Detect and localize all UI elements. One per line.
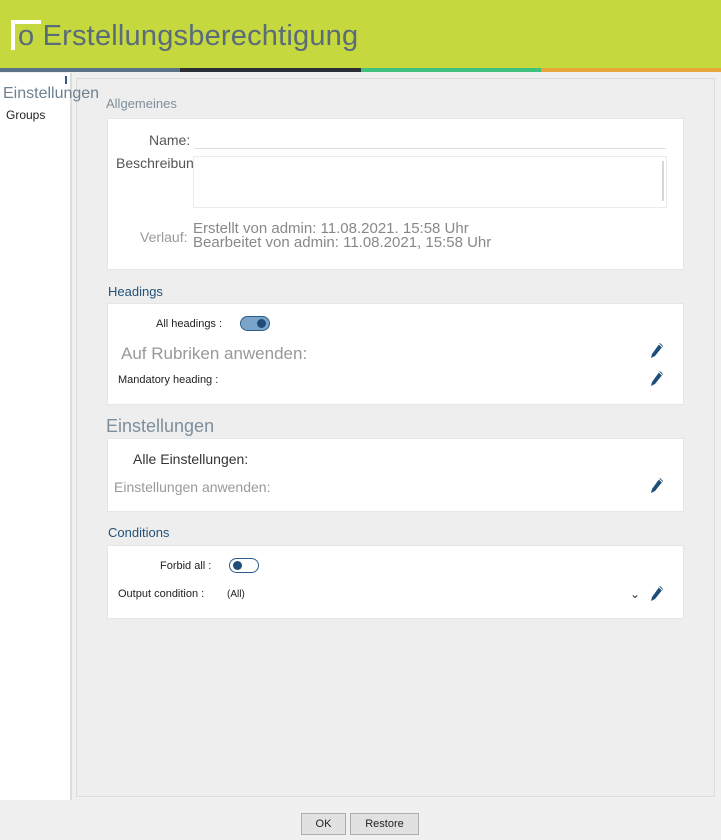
settings-card	[107, 438, 684, 512]
history-label: Verlauf:	[140, 229, 188, 245]
apply-headings-label: Auf Rubriken anwenden:	[121, 344, 308, 363]
name-input[interactable]	[194, 148, 666, 149]
apply-settings-label: Einstellungen anwenden:	[114, 479, 271, 495]
pencil-icon[interactable]	[650, 342, 664, 360]
output-condition-label: Output condition :	[118, 588, 205, 600]
pencil-icon[interactable]	[650, 370, 664, 388]
restore-button[interactable]: Restore	[350, 813, 419, 835]
mandatory-heading-label: Mandatory heading :	[118, 374, 219, 386]
title-bar: o Erstellungsberechtigung	[0, 0, 721, 68]
textarea-scrollbar[interactable]	[662, 161, 664, 201]
active-tab-marker	[65, 76, 67, 84]
chevron-down-icon[interactable]: ⌄	[630, 587, 640, 601]
sidebar-tab-settings[interactable]: Einstellungen	[3, 85, 99, 103]
output-condition-select[interactable]: (All)	[227, 589, 245, 600]
all-settings-label: Alle Einstellungen:	[133, 451, 249, 467]
all-headings-label: All headings :	[156, 318, 223, 330]
forbid-all-toggle[interactable]	[229, 558, 259, 573]
sidebar	[0, 73, 72, 800]
description-textarea[interactable]	[193, 156, 667, 208]
all-headings-toggle[interactable]	[240, 316, 270, 331]
pencil-icon[interactable]	[650, 477, 664, 495]
ok-button[interactable]: OK	[301, 813, 346, 835]
edited-info: Bearbeitet von admin: 11.08.2021, 15:58 …	[193, 234, 492, 251]
window-title: o Erstellungsberechtigung	[18, 20, 359, 52]
section-title-general: Allgemeines	[106, 96, 177, 111]
forbid-all-label: Forbid all :	[160, 560, 212, 572]
header-stripes	[0, 68, 721, 73]
pencil-icon[interactable]	[650, 585, 664, 603]
section-title-settings: Einstellungen	[106, 416, 215, 436]
section-title-conditions: Conditions	[108, 525, 170, 540]
conditions-card	[107, 545, 684, 619]
name-label: Name:	[149, 132, 191, 148]
section-title-headings: Headings	[108, 284, 163, 299]
sidebar-item-groups[interactable]: Groups	[6, 108, 45, 122]
